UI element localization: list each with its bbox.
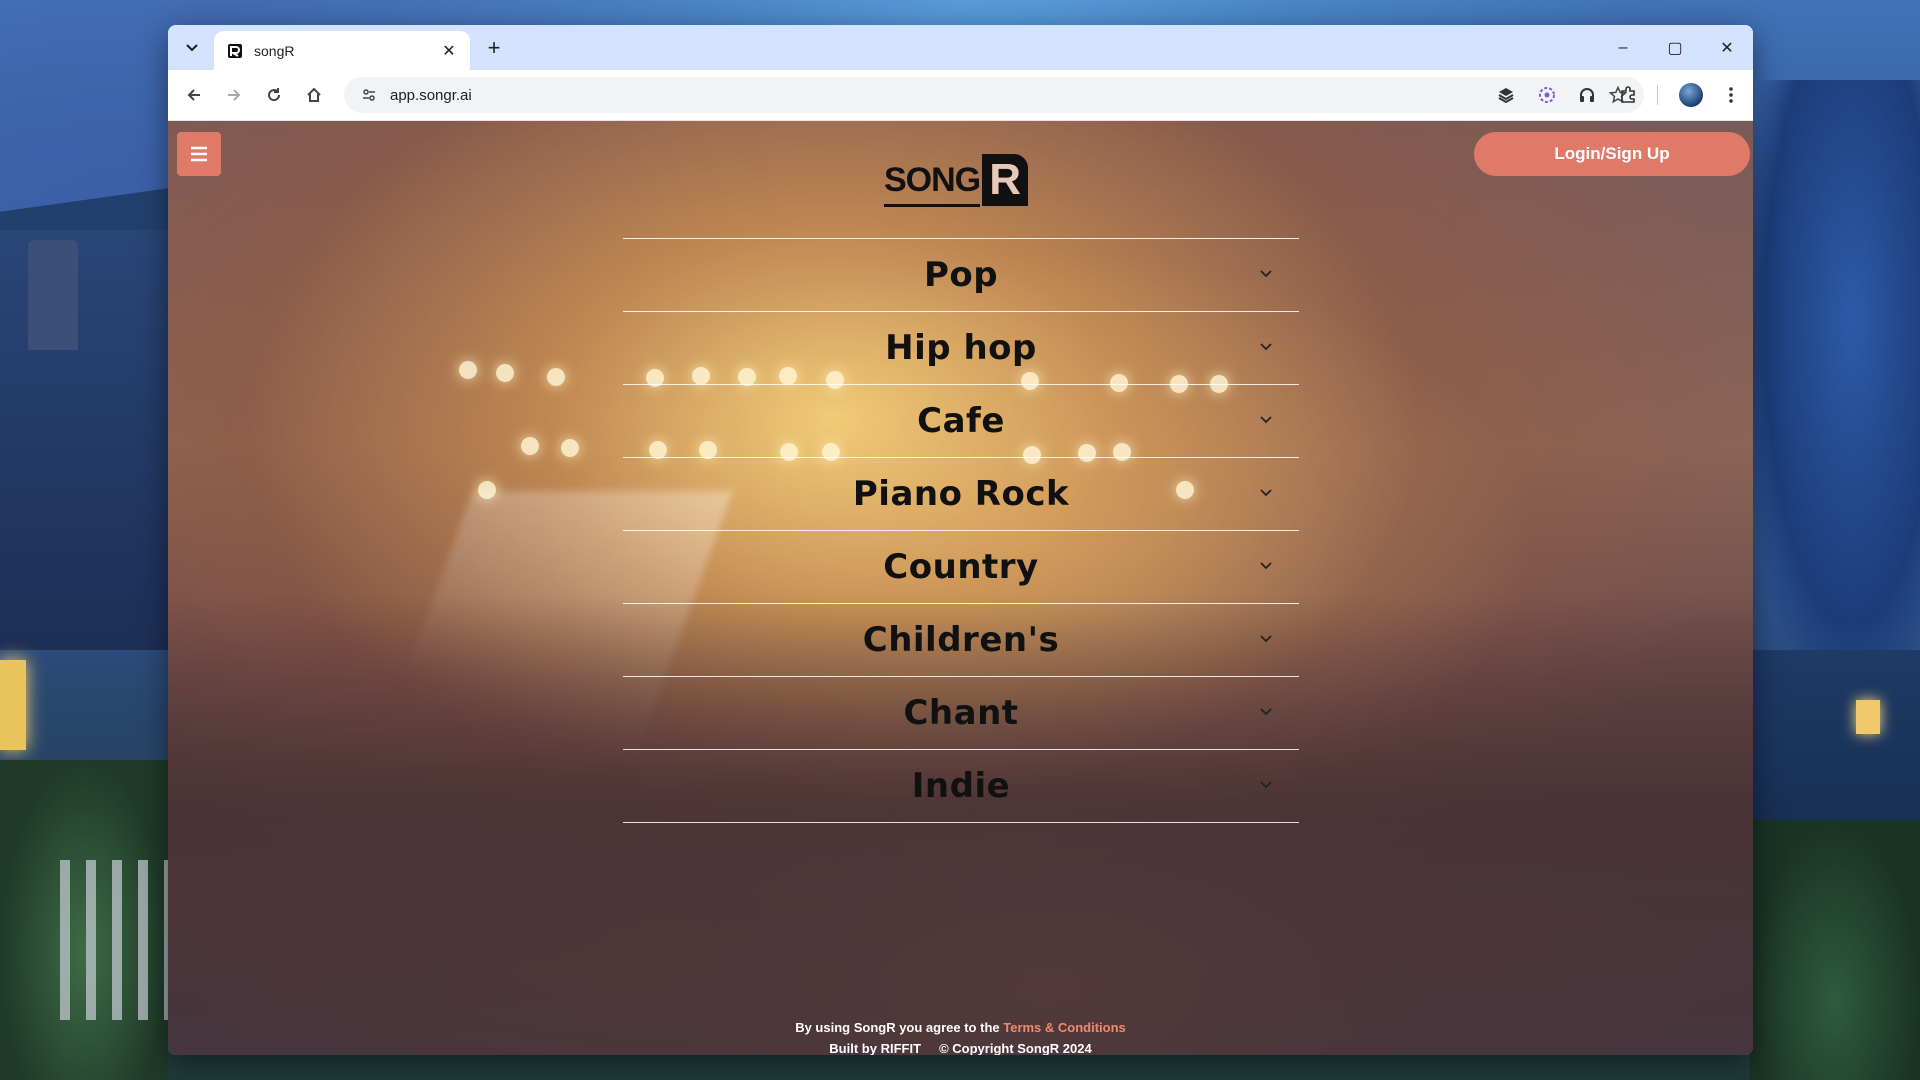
logo-underline xyxy=(884,204,980,207)
genre-label: Indie xyxy=(911,766,1011,806)
kebab-menu-icon[interactable] xyxy=(1718,82,1744,108)
tab-close-icon[interactable]: ✕ xyxy=(438,40,460,62)
address-bar[interactable]: app.songr.ai xyxy=(344,77,1644,113)
active-tab[interactable]: songR ✕ xyxy=(214,31,470,70)
genre-label: Chant xyxy=(903,693,1019,733)
terms-agree-text: By using SongR you agree to the xyxy=(795,1020,1004,1035)
genre-label: Piano Rock xyxy=(852,474,1070,514)
forward-arrow-icon[interactable] xyxy=(220,81,248,109)
logo-r-mark: R xyxy=(982,154,1029,206)
chevron-down-icon xyxy=(1255,336,1277,358)
chevron-down-icon xyxy=(1255,555,1277,577)
tab-bar: songR ✕ + – ▢ ✕ xyxy=(168,25,1753,70)
hamburger-menu-button[interactable] xyxy=(177,132,221,176)
close-window-button[interactable]: ✕ xyxy=(1701,25,1753,70)
wallpaper-trees xyxy=(1750,80,1920,680)
genre-item-indie[interactable]: Indie xyxy=(623,750,1299,823)
built-by-text: Built by RIFFIT xyxy=(829,1041,922,1055)
login-signup-button[interactable]: Login/Sign Up xyxy=(1474,132,1750,176)
page-content: SONG R Login/Sign Up Pop Hip hop Cafe Pi… xyxy=(168,121,1753,1055)
new-tab-button[interactable]: + xyxy=(480,35,508,61)
copyright-text: © Copyright SongR 2024 xyxy=(939,1041,1092,1055)
genre-label: Pop xyxy=(923,255,999,295)
toolbar-separator xyxy=(1657,85,1658,105)
minimize-button[interactable]: – xyxy=(1597,25,1649,70)
maximize-button[interactable]: ▢ xyxy=(1649,25,1701,70)
reload-icon[interactable] xyxy=(260,81,288,109)
genre-label: Hip hop xyxy=(885,328,1037,368)
genre-item-chant[interactable]: Chant xyxy=(623,677,1299,750)
layers-extension-icon[interactable] xyxy=(1493,82,1519,108)
site-settings-icon[interactable] xyxy=(358,84,380,106)
page-footer: By using SongR you agree to the Terms & … xyxy=(168,1017,1753,1055)
browser-toolbar: app.songr.ai xyxy=(168,70,1753,121)
genre-item-cafe[interactable]: Cafe xyxy=(623,385,1299,458)
tab-title: songR xyxy=(254,42,295,59)
songr-logo[interactable]: SONG R xyxy=(884,151,1036,209)
chevron-down-icon xyxy=(1255,628,1277,650)
genre-label: Cafe xyxy=(917,401,1005,441)
tab-search-chevron-icon[interactable] xyxy=(178,34,206,62)
home-icon[interactable] xyxy=(300,81,328,109)
chevron-down-icon xyxy=(1255,263,1277,285)
genre-item-pop[interactable]: Pop xyxy=(623,239,1299,312)
back-arrow-icon[interactable] xyxy=(180,81,208,109)
window-controls: – ▢ ✕ xyxy=(1597,25,1753,70)
flower-extension-icon[interactable] xyxy=(1534,82,1560,108)
headphones-extension-icon[interactable] xyxy=(1574,82,1600,108)
wallpaper-window-light xyxy=(0,660,26,750)
chevron-down-icon xyxy=(1255,701,1277,723)
genre-label: Country xyxy=(883,547,1039,587)
wallpaper-chimney xyxy=(28,240,78,350)
wallpaper-house-left xyxy=(0,230,168,650)
wallpaper-fence xyxy=(60,860,170,1020)
extensions-puzzle-icon[interactable] xyxy=(1615,82,1641,108)
url-text: app.songr.ai xyxy=(390,86,472,104)
wallpaper-window-right xyxy=(1856,700,1880,734)
chevron-down-icon xyxy=(1255,409,1277,431)
genre-accordion: Pop Hip hop Cafe Piano Rock Country Chil… xyxy=(623,238,1299,823)
terms-conditions-link[interactable]: Terms & Conditions xyxy=(1003,1020,1126,1035)
terms-line: By using SongR you agree to the Terms & … xyxy=(168,1017,1753,1038)
genre-item-hip-hop[interactable]: Hip hop xyxy=(623,312,1299,385)
browser-window: songR ✕ + – ▢ ✕ app.songr.ai SONG R Logi… xyxy=(168,25,1753,1055)
genre-item-childrens[interactable]: Children's xyxy=(623,604,1299,677)
genre-item-country[interactable]: Country xyxy=(623,531,1299,604)
genre-label: Children's xyxy=(862,620,1060,660)
profile-avatar[interactable] xyxy=(1679,83,1703,107)
genre-item-piano-rock[interactable]: Piano Rock xyxy=(623,458,1299,531)
chevron-down-icon xyxy=(1255,774,1277,796)
songr-favicon-icon xyxy=(226,42,244,60)
logo-wordmark: SONG xyxy=(884,160,981,199)
credits-line: Built by RIFFIT © Copyright SongR 2024 xyxy=(168,1038,1753,1055)
wallpaper-grass xyxy=(1750,820,1920,1080)
chevron-down-icon xyxy=(1255,482,1277,504)
